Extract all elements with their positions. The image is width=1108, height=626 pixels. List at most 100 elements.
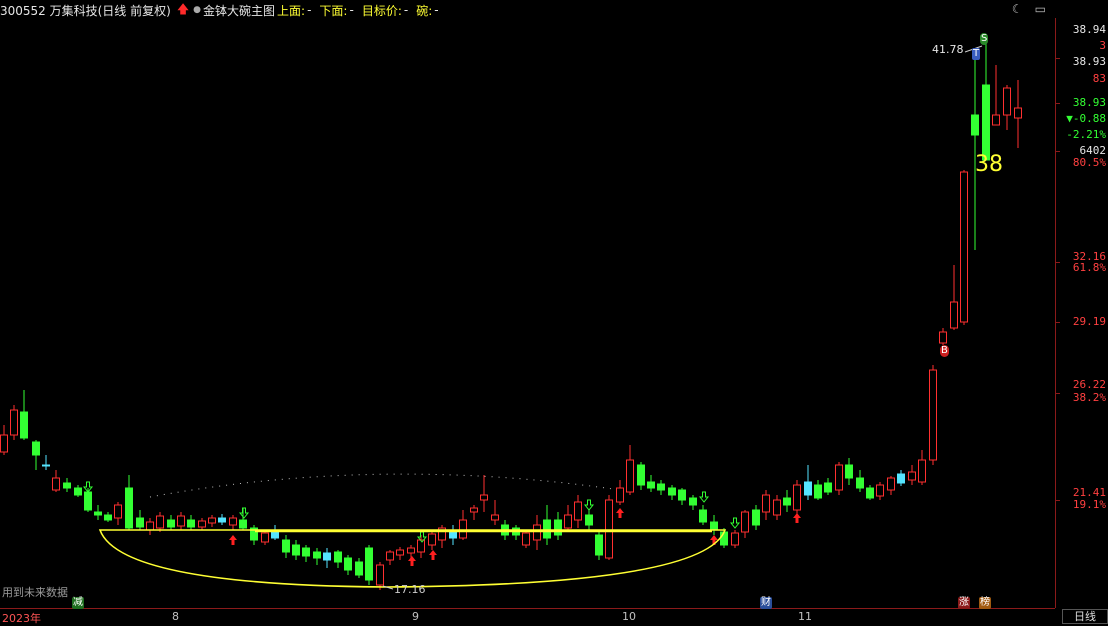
candle-body[interactable] [982,84,990,161]
candle-body[interactable] [585,514,593,526]
t-badge[interactable]: T [972,48,981,60]
candle-body[interactable] [647,481,655,489]
candle-body[interactable] [626,459,634,493]
candle-body[interactable] [177,515,185,527]
candle-body[interactable] [376,564,384,586]
limit-up-badge[interactable]: 涨 [958,597,970,609]
candle-body[interactable] [323,552,331,561]
indicator-name[interactable]: 金钵大碗主图 [203,2,275,19]
candle-body[interactable] [710,521,718,531]
rank-badge[interactable]: 榜 [979,597,991,609]
moon-icon[interactable]: ☾ [1012,2,1023,16]
candle-body[interactable] [459,519,467,539]
candle-body[interactable] [0,434,8,453]
stock-title[interactable]: 300552 万集科技(日线 前复权) [0,2,171,19]
candle-body[interactable] [554,519,562,536]
candle-body[interactable] [313,551,321,559]
candle-body[interactable] [992,114,1000,126]
candle-body[interactable] [574,501,582,521]
candle-body[interactable] [960,171,968,323]
candle-body[interactable] [783,497,791,506]
candle-body[interactable] [752,509,760,526]
candle-body[interactable] [407,547,415,554]
candle-body[interactable] [386,551,394,561]
candle-body[interactable] [52,477,60,491]
reduce-badge[interactable]: 减 [72,597,84,609]
candle-body[interactable] [866,487,874,499]
candle-body[interactable] [229,517,237,526]
candle-body[interactable] [292,544,300,556]
candle-body[interactable] [417,539,425,553]
candle-body[interactable] [114,504,122,519]
dropdown-arrow-icon[interactable]: ● [193,5,201,15]
candle-body[interactable] [918,459,926,483]
candle-body[interactable] [971,114,979,136]
candle-body[interactable] [637,464,645,486]
candle-body[interactable] [480,494,488,501]
candle-body[interactable] [302,547,310,557]
candle-body[interactable] [908,471,916,481]
candle-body[interactable] [84,491,92,511]
candle-body[interactable] [136,517,144,528]
candle-body[interactable] [835,464,843,491]
candle-body[interactable] [261,532,269,543]
candle-body[interactable] [939,331,947,344]
candle-body[interactable] [208,517,216,524]
candle-body[interactable] [814,484,822,499]
candle-body[interactable] [793,484,801,511]
candle-body[interactable] [1003,87,1011,116]
candle-body[interactable] [355,561,363,576]
candle-body[interactable] [762,494,770,513]
candle-body[interactable] [678,489,686,501]
buy-badge[interactable]: B [940,345,949,357]
finance-badge[interactable]: 财 [760,597,772,609]
candle-body[interactable] [239,519,247,529]
candle-body[interactable] [428,533,436,546]
candle-body[interactable] [282,539,290,553]
candle-body[interactable] [824,482,832,493]
candle-body[interactable] [1014,107,1022,119]
candle-body[interactable] [533,524,541,541]
sell-badge[interactable]: S [980,33,989,45]
candle-body[interactable] [876,484,884,497]
candle-body[interactable] [897,473,905,484]
candlestick-chart[interactable] [0,0,1108,622]
candle-body[interactable] [856,477,864,489]
candle-body[interactable] [522,532,530,546]
candle-body[interactable] [731,532,739,546]
candle-body[interactable] [32,441,40,456]
candle-body[interactable] [699,509,707,523]
candle-body[interactable] [94,511,102,516]
candle-body[interactable] [344,557,352,571]
candle-body[interactable] [334,551,342,563]
candle-body[interactable] [657,483,665,491]
candle-body[interactable] [887,477,895,491]
candle-body[interactable] [187,519,195,528]
candle-body[interactable] [605,499,613,559]
candle-body[interactable] [396,549,404,556]
candle-body[interactable] [564,514,572,529]
candle-body[interactable] [42,464,50,467]
candle-body[interactable] [20,411,28,439]
candle-body[interactable] [616,487,624,503]
candle-body[interactable] [491,514,499,521]
candle-body[interactable] [804,481,812,496]
candle-body[interactable] [167,519,175,528]
candle-body[interactable] [218,517,226,523]
candle-body[interactable] [104,514,112,521]
candle-body[interactable] [156,515,164,529]
candle-body[interactable] [470,507,478,513]
candle-body[interactable] [365,547,373,581]
candle-body[interactable] [595,534,603,556]
candle-body[interactable] [950,301,958,329]
monitor-icon[interactable]: ▭ [1035,2,1046,16]
candle-body[interactable] [125,487,133,529]
candle-body[interactable] [929,369,937,461]
candle-body[interactable] [543,519,551,539]
candle-body[interactable] [668,487,676,496]
candle-body[interactable] [198,520,206,528]
candle-body[interactable] [63,482,71,489]
candle-body[interactable] [146,521,154,531]
candle-body[interactable] [845,464,853,479]
candle-body[interactable] [689,497,697,506]
